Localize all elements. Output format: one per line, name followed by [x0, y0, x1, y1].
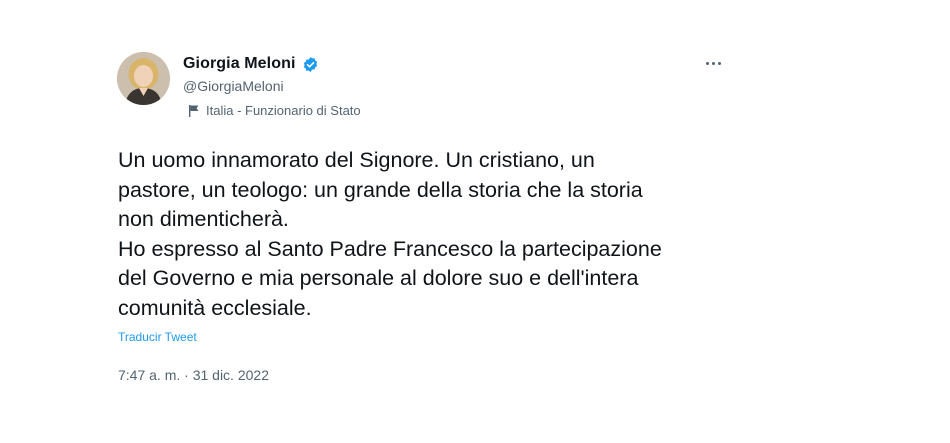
- tweet-line: non dimenticherà.: [118, 207, 289, 231]
- more-options-icon[interactable]: [700, 54, 726, 72]
- tweet-line: del Governo e mia personale al dolore su…: [118, 266, 639, 290]
- author-name-row: Giorgia Meloni: [183, 53, 319, 75]
- tweet-line: Ho espresso al Santo Padre Francesco la …: [118, 236, 662, 261]
- tweet-line: Un uomo innamorato del Signore. Un crist…: [118, 148, 595, 172]
- translate-tweet-link[interactable]: Traducir Tweet: [118, 330, 197, 344]
- tweet-text: Un uomo innamorato del Signore. Un crist…: [118, 146, 758, 323]
- tweet-paragraph-2: Ho espresso al Santo Padre Francesco la …: [118, 235, 758, 324]
- avatar-image: [117, 52, 170, 105]
- account-label-text: Italia - Funzionario di Stato: [206, 103, 361, 118]
- author-handle[interactable]: @GiorgiaMeloni: [183, 78, 284, 94]
- verified-badge-icon: [303, 56, 317, 72]
- tweet-timestamp[interactable]: 7:47 a. m. · 31 dic. 2022: [118, 367, 269, 383]
- tweet-card: Giorgia Meloni @GiorgiaMeloni Italia - F…: [0, 0, 950, 443]
- author-display-name[interactable]: Giorgia Meloni: [183, 55, 296, 73]
- tweet-paragraph-1: Un uomo innamorato del Signore. Un crist…: [118, 146, 758, 235]
- tweet-line: pastore, un teologo: un grande della sto…: [118, 177, 643, 202]
- account-label: Italia - Funzionario di Stato: [188, 103, 361, 118]
- more-dot: [717, 61, 721, 65]
- more-dot: [711, 61, 715, 65]
- flag-icon: [189, 104, 199, 117]
- tweet-line: comunità ecclesiale.: [118, 295, 312, 320]
- more-dot: [705, 61, 709, 65]
- avatar[interactable]: [117, 52, 170, 105]
